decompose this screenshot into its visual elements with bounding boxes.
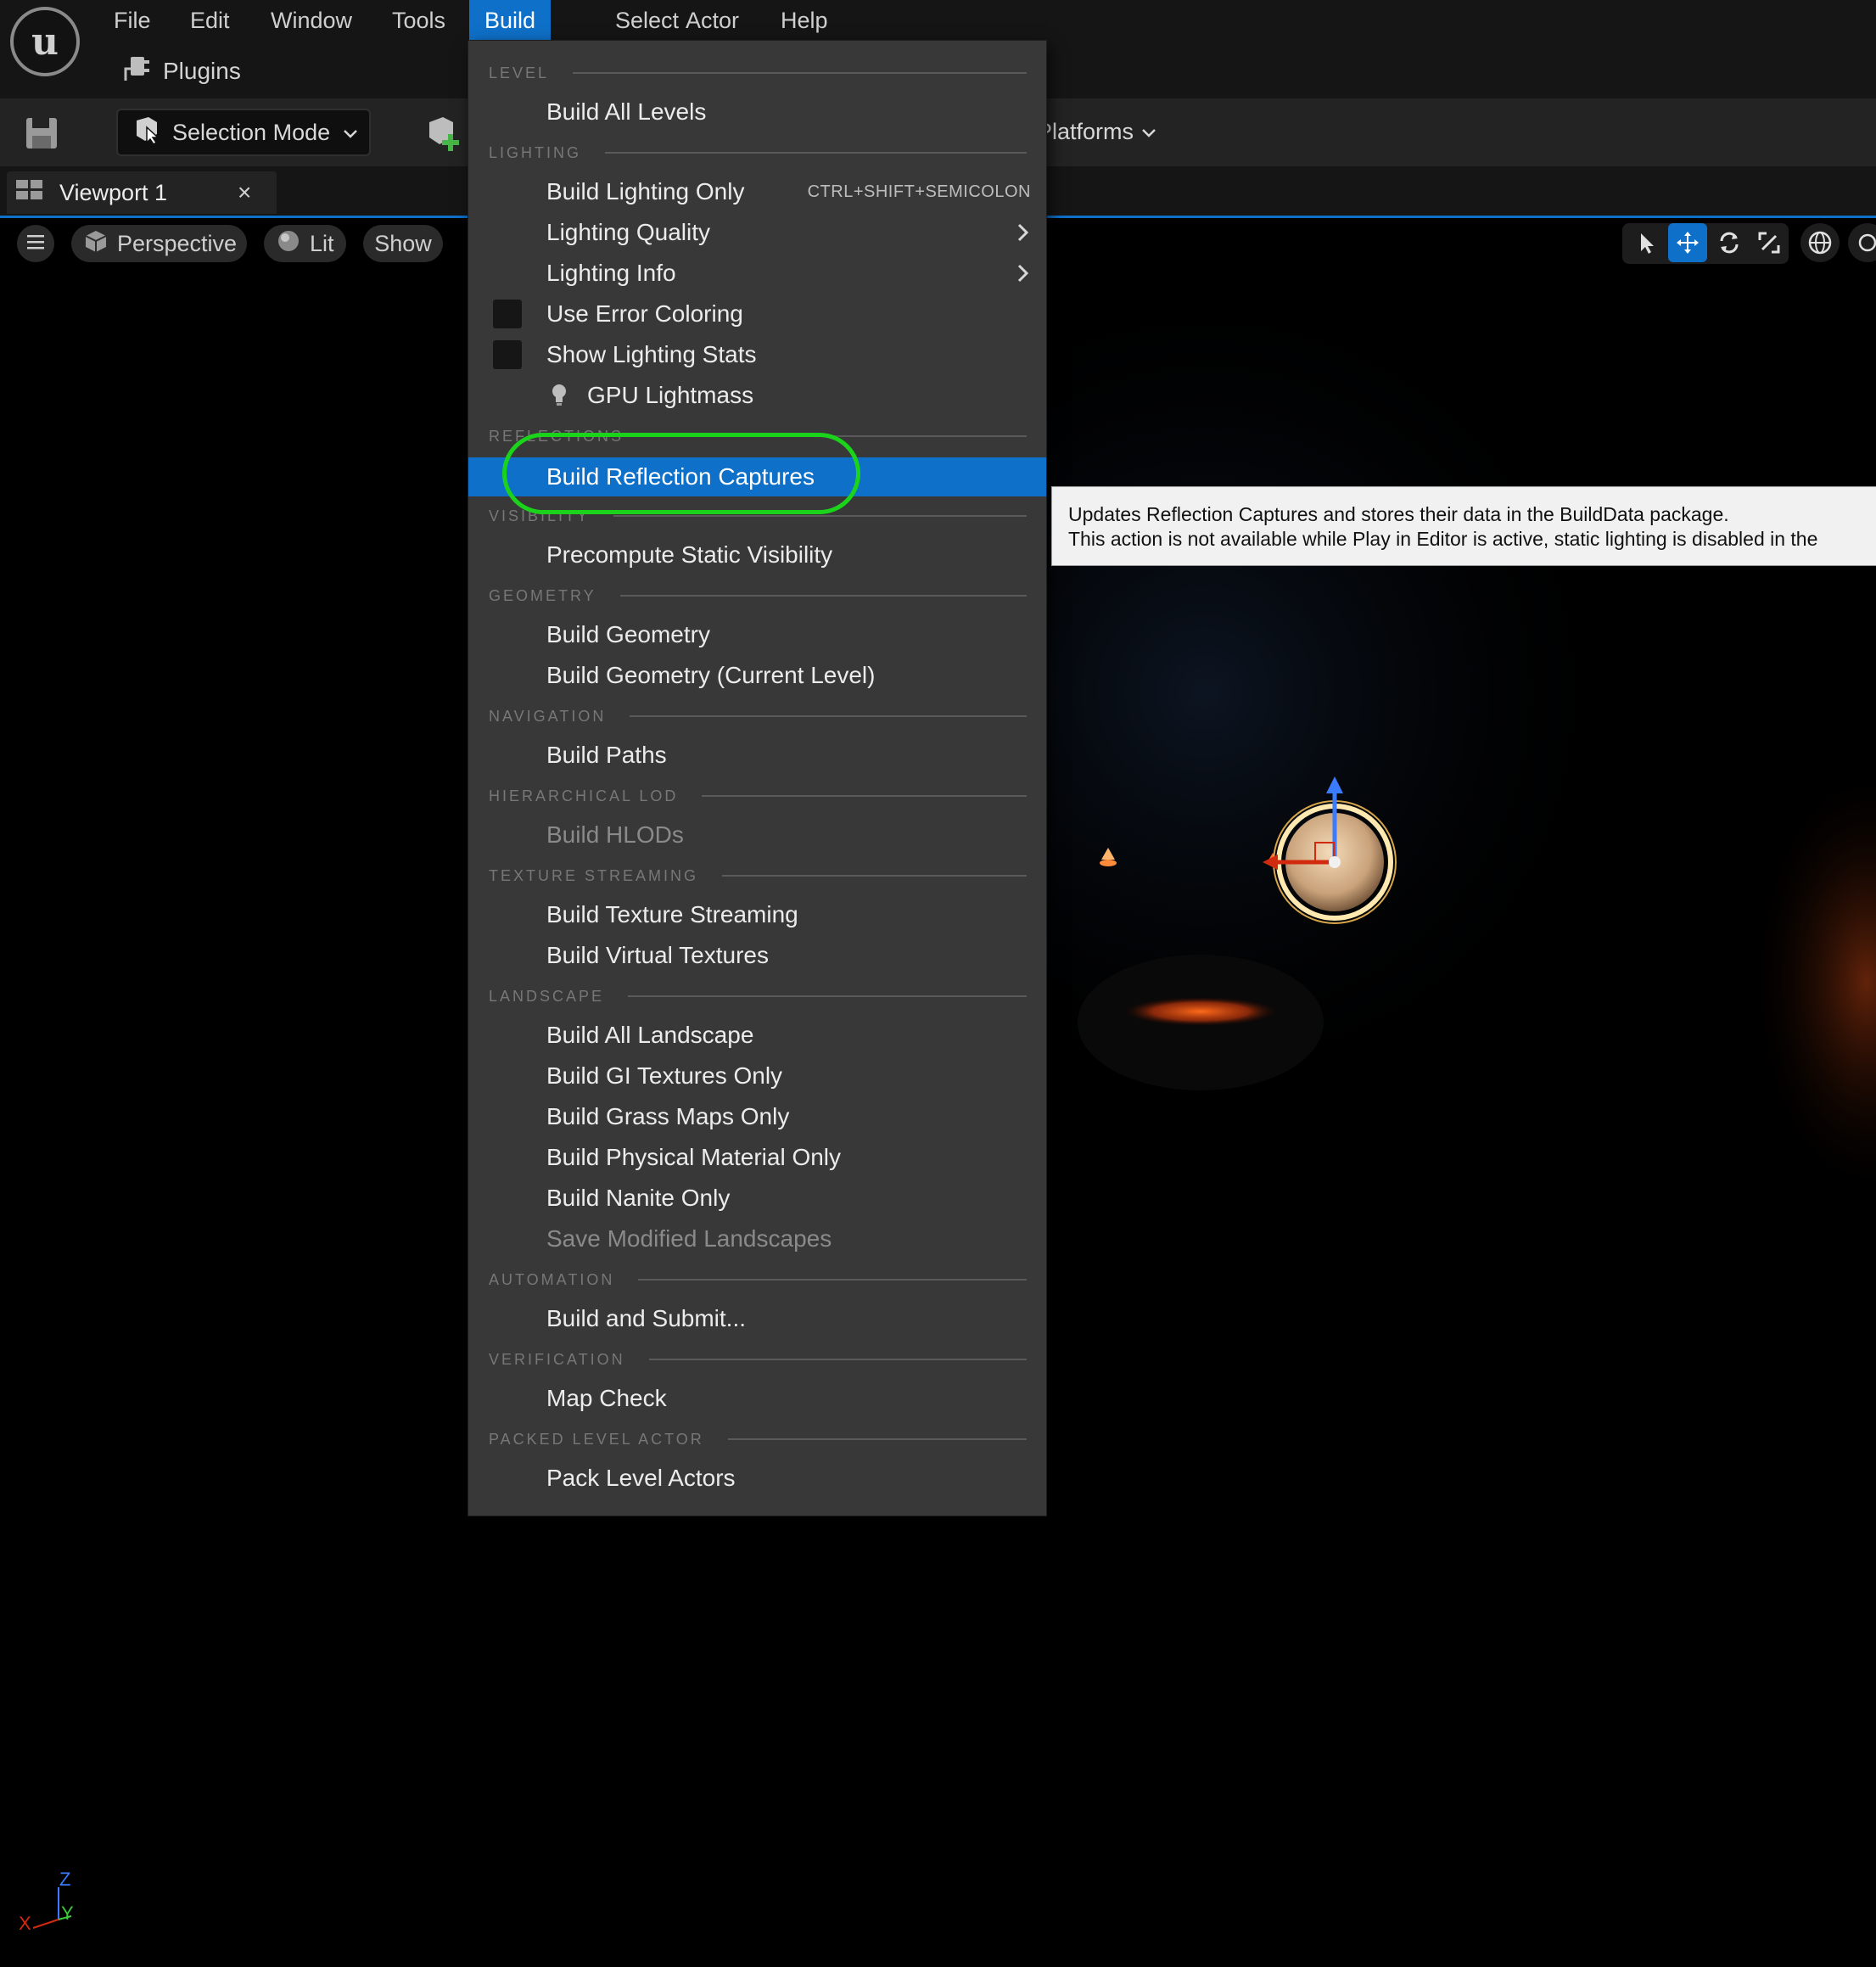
- lit-label: Lit: [310, 230, 334, 256]
- menu-build[interactable]: Build: [469, 0, 552, 41]
- build-geometry-current-level-item[interactable]: Build Geometry (Current Level): [468, 656, 1046, 695]
- add-actor-icon[interactable]: [424, 114, 463, 153]
- gpu-lightmass-label: GPU Lightmass: [587, 382, 754, 408]
- build-grass-maps-only-item[interactable]: Build Grass Maps Only: [468, 1097, 1046, 1136]
- tab-viewport-1[interactable]: Viewport 1 ×: [7, 171, 277, 214]
- build-hlods-item: Build HLODs: [546, 821, 684, 848]
- hamburger-icon: [25, 233, 46, 255]
- map-check-item[interactable]: Map Check: [468, 1379, 1046, 1418]
- menu-help[interactable]: Help: [765, 0, 843, 41]
- show-lighting-stats-item[interactable]: Show Lighting Stats: [468, 335, 1046, 374]
- section-hierarchical-lod: HIERARCHICAL LOD: [489, 786, 1027, 806]
- menu-actor[interactable]: Actor: [670, 0, 754, 41]
- use-error-coloring-checkbox[interactable]: [493, 300, 522, 328]
- menu-edit[interactable]: Edit: [175, 0, 245, 41]
- build-texture-streaming-item[interactable]: Build Texture Streaming: [468, 895, 1046, 934]
- perspective-label: Perspective: [117, 230, 238, 256]
- lit-sphere-icon: [276, 228, 301, 260]
- select-tool-icon[interactable]: [1627, 223, 1666, 262]
- scale-tool-icon[interactable]: [1750, 223, 1789, 262]
- platforms-label: Platforms: [1037, 118, 1134, 144]
- use-error-coloring-item[interactable]: Use Error Coloring: [468, 294, 1046, 333]
- build-virtual-textures-item[interactable]: Build Virtual Textures: [468, 936, 1046, 975]
- tab-title: Viewport 1: [59, 179, 168, 205]
- translate-tool-icon[interactable]: [1668, 223, 1707, 262]
- tooltip-line-1: Updates Reflection Captures and stores t…: [1068, 503, 1729, 525]
- build-all-levels-item[interactable]: Build All Levels: [468, 92, 1046, 132]
- section-automation: AUTOMATION: [489, 1269, 1027, 1290]
- rotate-tool-icon[interactable]: [1710, 223, 1749, 262]
- build-paths-item[interactable]: Build Paths: [468, 736, 1046, 775]
- build-and-submit-item[interactable]: Build and Submit...: [468, 1299, 1046, 1338]
- selection-mode-dropdown[interactable]: Selection Mode: [116, 109, 371, 156]
- highlight-annotation: [502, 433, 860, 514]
- build-lighting-only-label: Build Lighting Only: [546, 178, 745, 205]
- build-lighting-shortcut: CTRL+SHIFT+SEMICOLON: [807, 182, 1031, 201]
- save-modified-landscapes-item: Save Modified Landscapes: [546, 1225, 832, 1252]
- lighting-info-item[interactable]: Lighting Info: [468, 254, 1046, 293]
- unreal-logo-icon[interactable]: u: [10, 7, 80, 76]
- section-lighting: LIGHTING: [489, 143, 1027, 163]
- platforms-dropdown[interactable]: Platforms: [1037, 110, 1157, 153]
- cursor-cube-icon: [132, 115, 160, 150]
- menu-file[interactable]: File: [98, 0, 166, 41]
- build-nanite-only-item[interactable]: Build Nanite Only: [468, 1179, 1046, 1218]
- build-gi-textures-only-item[interactable]: Build GI Textures Only: [468, 1056, 1046, 1096]
- section-level: LEVEL: [489, 63, 1027, 83]
- chevron-down-icon: [342, 120, 359, 146]
- lightbulb-icon: [550, 383, 568, 414]
- show-lighting-stats-label: Show Lighting Stats: [546, 341, 757, 367]
- world-space-icon[interactable]: [1800, 223, 1840, 262]
- build-physical-material-only-item[interactable]: Build Physical Material Only: [468, 1138, 1046, 1177]
- show-lighting-stats-checkbox[interactable]: [493, 340, 522, 369]
- show-button[interactable]: Show: [363, 225, 443, 262]
- lighting-quality-label: Lighting Quality: [546, 219, 711, 245]
- axis-y-label: Y: [61, 1903, 74, 1924]
- section-navigation: NAVIGATION: [489, 706, 1027, 726]
- lit-button[interactable]: Lit: [264, 225, 346, 262]
- cube-icon: [83, 228, 109, 260]
- section-packed-level-actor: PACKED LEVEL ACTOR: [489, 1429, 1027, 1449]
- build-all-landscape-item[interactable]: Build All Landscape: [468, 1016, 1046, 1055]
- save-icon[interactable]: [22, 114, 61, 153]
- menu-window[interactable]: Window: [255, 0, 367, 41]
- lighting-info-label: Lighting Info: [546, 260, 676, 286]
- axis-z-label: Z: [59, 1869, 71, 1890]
- precompute-static-visibility-item[interactable]: Precompute Static Visibility: [468, 535, 1046, 574]
- plugins-label: Plugins: [163, 58, 241, 84]
- section-verification: VERIFICATION: [489, 1349, 1027, 1370]
- viewport-layout-icon: [15, 179, 44, 207]
- tooltip-line-2: This action is not available while Play …: [1068, 528, 1818, 550]
- viewport-options-button[interactable]: [17, 225, 54, 262]
- lighting-quality-item[interactable]: Lighting Quality: [468, 213, 1046, 252]
- section-texture-streaming: TEXTURE STREAMING: [489, 866, 1027, 886]
- show-label: Show: [374, 230, 432, 256]
- plug-icon: [120, 53, 151, 90]
- perspective-button[interactable]: Perspective: [71, 225, 247, 262]
- selection-mode-label: Selection Mode: [172, 119, 331, 145]
- menu-tools[interactable]: Tools: [377, 0, 461, 41]
- chevron-right-icon: [1016, 221, 1031, 249]
- build-lighting-only-item[interactable]: Build Lighting Only CTRL+SHIFT+SEMICOLON: [468, 172, 1046, 211]
- section-landscape: LANDSCAPE: [489, 986, 1027, 1006]
- section-geometry: GEOMETRY: [489, 586, 1027, 606]
- plugins-button[interactable]: Plugins: [120, 53, 241, 90]
- build-geometry-item[interactable]: Build Geometry: [468, 615, 1046, 654]
- use-error-coloring-label: Use Error Coloring: [546, 300, 743, 327]
- gpu-lightmass-item[interactable]: GPU Lightmass: [468, 376, 1046, 415]
- axis-x-label: X: [19, 1913, 31, 1934]
- chevron-down-icon: [1140, 119, 1157, 145]
- close-icon[interactable]: ×: [238, 179, 251, 206]
- build-menu: LEVEL Build All Levels LIGHTING Build Li…: [468, 41, 1046, 1516]
- pack-level-actors-item[interactable]: Pack Level Actors: [468, 1459, 1046, 1498]
- tooltip: Updates Reflection Captures and stores t…: [1051, 486, 1876, 566]
- chevron-right-icon: [1016, 262, 1031, 290]
